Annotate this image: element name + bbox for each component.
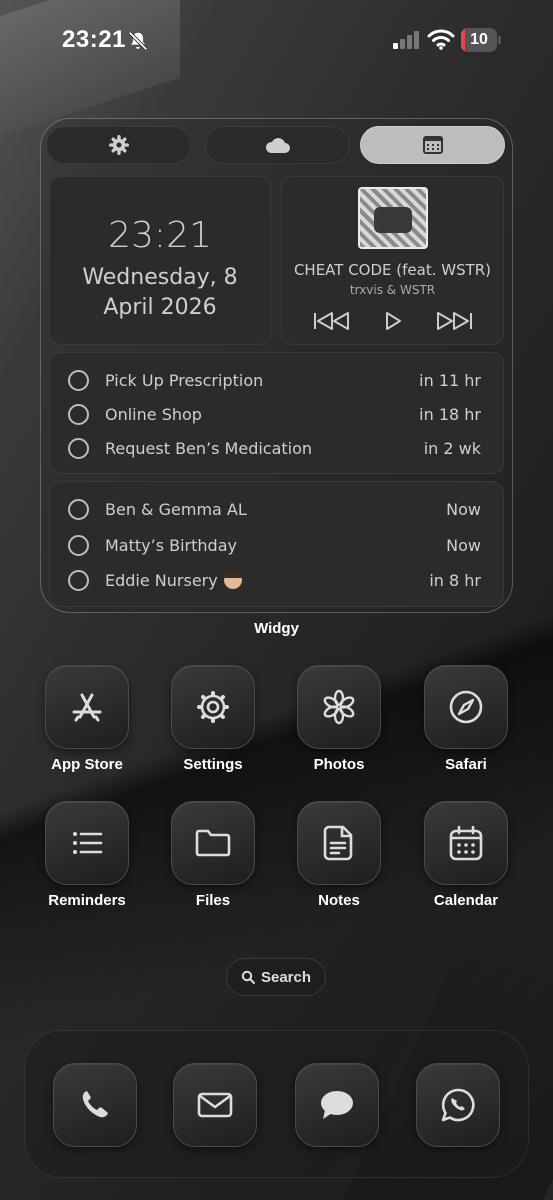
calendar-grid-icon — [422, 136, 443, 154]
event-item[interactable]: Eddie Nursery in 8 hr — [68, 565, 481, 595]
cloud-icon — [265, 138, 290, 153]
app-label-app-store: App Store — [51, 756, 123, 773]
clock-time: 23:21 — [108, 215, 212, 256]
gear-icon — [197, 691, 229, 723]
event-due: Now — [446, 499, 481, 519]
album-art-figure — [374, 207, 412, 233]
phone-app[interactable] — [53, 1063, 137, 1147]
tab-settings[interactable] — [46, 126, 191, 164]
event-due: in 8 hr — [429, 570, 481, 590]
gear-icon — [108, 135, 129, 155]
app-label-files: Files — [195, 892, 231, 909]
compass-icon — [449, 690, 483, 724]
tab-calendar[interactable] — [360, 126, 505, 164]
app-label-safari: Safari — [445, 756, 487, 773]
next-button[interactable] — [434, 307, 474, 335]
bell-slash-icon — [128, 31, 148, 51]
calendar-app[interactable] — [424, 801, 508, 885]
reminder-due: in 11 hr — [419, 370, 481, 390]
settings-app[interactable] — [171, 665, 255, 749]
event-checkbox[interactable] — [68, 569, 89, 591]
folder-icon — [195, 829, 231, 857]
event-checkbox[interactable] — [68, 498, 89, 520]
whatsapp-icon — [441, 1088, 475, 1122]
event-title: Eddie Nursery — [105, 570, 218, 590]
battery-icon: 10 — [461, 28, 497, 52]
status-time: 23:21 — [62, 26, 126, 53]
previous-icon — [314, 312, 349, 330]
reminders-card: Pick Up Prescription in 11 hr Online Sho… — [49, 352, 504, 474]
wifi-icon — [427, 29, 455, 50]
tab-weather[interactable] — [205, 126, 350, 164]
event-due: Now — [446, 535, 481, 555]
song-artist: trxvis & WSTR — [349, 283, 436, 297]
flower-icon — [323, 689, 355, 725]
reminder-due: in 18 hr — [419, 404, 481, 424]
cellular-signal-icon — [393, 31, 419, 49]
reminder-checkbox[interactable] — [68, 369, 89, 391]
previous-button[interactable] — [312, 307, 352, 335]
app-label-calendar: Calendar — [433, 892, 499, 909]
notes-app[interactable] — [297, 801, 381, 885]
search-label: Search — [260, 968, 312, 986]
reminder-checkbox[interactable] — [68, 403, 89, 425]
reminder-item[interactable]: Online Shop in 18 hr — [68, 399, 481, 429]
boy-emoji — [223, 570, 242, 589]
event-item[interactable]: Ben & Gemma AL Now — [68, 494, 481, 524]
phone-icon — [82, 1091, 108, 1118]
event-title-wrap: Eddie Nursery — [105, 570, 429, 590]
clock-date: Wednesday, 8 April 2026 — [50, 263, 270, 323]
app-label-settings: Settings — [183, 756, 243, 773]
reminder-due: in 2 wk — [423, 438, 481, 458]
event-item[interactable]: Matty’s Birthday Now — [68, 530, 481, 560]
files-app[interactable] — [171, 801, 255, 885]
album-art[interactable] — [358, 187, 428, 249]
reminder-title: Online Shop — [105, 404, 202, 424]
calendar-icon — [449, 825, 483, 861]
reminders-app[interactable] — [45, 801, 129, 885]
reminder-checkbox[interactable] — [68, 437, 89, 459]
music-card[interactable]: CHEAT CODE (feat. WSTR) trxvis & WSTR — [281, 176, 504, 345]
reminder-title: Pick Up Prescription — [105, 370, 264, 390]
safari-app[interactable] — [424, 665, 508, 749]
reminder-title: Request Ben’s Medication — [105, 438, 313, 458]
clock-date-line1: Wednesday, 8 — [82, 265, 238, 290]
battery-percent: 10 — [470, 31, 488, 48]
mail-app[interactable] — [173, 1063, 257, 1147]
events-card: Ben & Gemma AL Now Matty’s Birthday Now … — [49, 481, 504, 607]
clock-card: 23:21 Wednesday, 8 April 2026 — [49, 176, 271, 345]
status-bar: 23:21 10 — [0, 0, 553, 80]
search-icon — [241, 970, 255, 984]
list-icon — [73, 832, 103, 854]
message-icon — [321, 1091, 353, 1119]
widgy-widget[interactable]: 23:21 Wednesday, 8 April 2026 CHEAT CODE… — [40, 118, 513, 613]
search-button[interactable]: Search — [226, 958, 326, 996]
play-button[interactable] — [373, 307, 413, 335]
clock-date-line2: April 2026 — [103, 295, 217, 320]
next-icon — [437, 312, 472, 330]
app-label-photos: Photos — [313, 756, 365, 773]
whatsapp-app[interactable] — [416, 1063, 500, 1147]
battery-tip — [498, 36, 501, 44]
app-label-reminders: Reminders — [48, 892, 126, 909]
event-title: Matty’s Birthday — [105, 535, 237, 555]
event-checkbox[interactable] — [68, 534, 89, 556]
play-icon — [386, 312, 401, 330]
photos-app[interactable] — [297, 665, 381, 749]
app-label-notes: Notes — [318, 892, 360, 909]
messages-app[interactable] — [295, 1063, 379, 1147]
song-title: CHEAT CODE (feat. WSTR) — [293, 261, 492, 279]
app-store-icon — [72, 693, 102, 722]
battery-indicator: 10 — [461, 28, 501, 52]
event-title: Ben & Gemma AL — [105, 499, 247, 519]
widget-label: Widgy — [254, 620, 299, 637]
mail-icon — [197, 1092, 233, 1118]
note-icon — [323, 825, 353, 861]
reminder-item[interactable]: Pick Up Prescription in 11 hr — [68, 365, 481, 395]
reminder-item[interactable]: Request Ben’s Medication in 2 wk — [68, 433, 481, 463]
app-store-app[interactable] — [45, 665, 129, 749]
